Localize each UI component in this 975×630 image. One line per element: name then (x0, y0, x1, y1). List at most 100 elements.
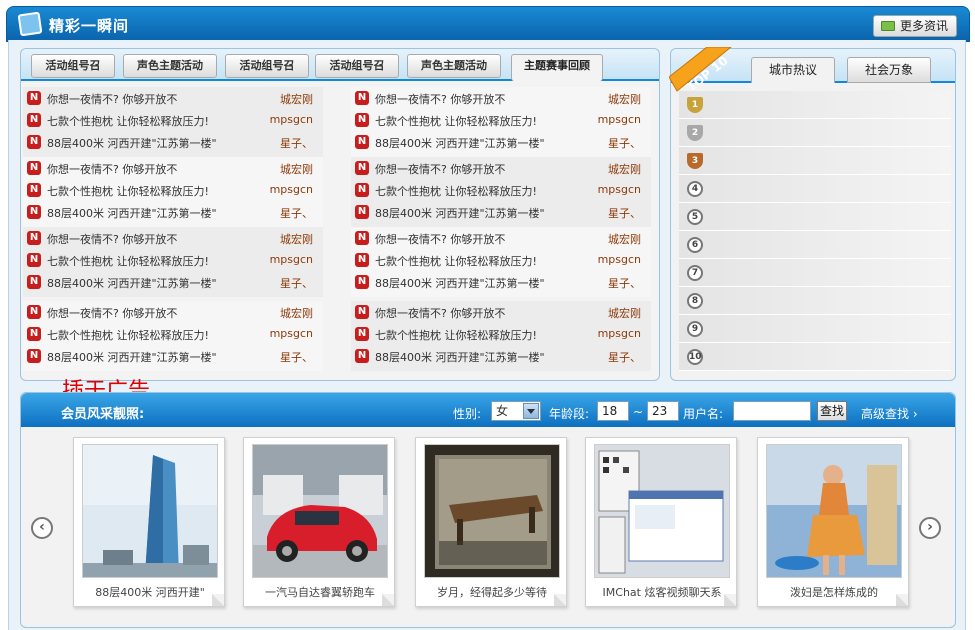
news-author-link[interactable]: mpsgcn (598, 183, 641, 196)
news-item[interactable]: N 你想一夜情不? 你够开放不 城宏刚 (25, 159, 321, 177)
news-item[interactable]: N 你想一夜情不? 你够开放不 城宏刚 (353, 89, 649, 107)
news-title-link[interactable]: 88层400米 河西开建"江苏第一楼" (375, 275, 545, 291)
news-author-link[interactable]: mpsgcn (270, 113, 313, 126)
news-item[interactable]: N 七款个性抱枕 让你轻松释放压力! mpsgcn (25, 111, 321, 129)
gender-select[interactable]: 女 (491, 401, 541, 421)
news-title-link[interactable]: 你想一夜情不? 你够开放不 (375, 231, 505, 247)
news-item[interactable]: N 七款个性抱枕 让你轻松释放压力! mpsgcn (353, 111, 649, 129)
top10-item[interactable]: 4 (679, 175, 951, 203)
news-title-link[interactable]: 88层400米 河西开建"江苏第一楼" (375, 135, 545, 151)
news-item[interactable]: N 88层400米 河西开建"江苏第一楼" 星子、 (353, 203, 649, 221)
news-title-link[interactable]: 你想一夜情不? 你够开放不 (47, 231, 177, 247)
next-arrow-icon[interactable]: › (919, 517, 941, 539)
news-author-link[interactable]: 星子、 (280, 205, 313, 221)
tab-activity-2[interactable]: 声色主题活动 (123, 54, 217, 78)
news-item[interactable]: N 七款个性抱枕 让你轻松释放压力! mpsgcn (25, 251, 321, 269)
news-title-link[interactable]: 你想一夜情不? 你够开放不 (47, 161, 177, 177)
news-title-link[interactable]: 你想一夜情不? 你够开放不 (47, 305, 177, 321)
tab-city-hot[interactable]: 城市热议 (751, 57, 835, 83)
news-item[interactable]: N 88层400米 河西开建"江苏第一楼" 星子、 (25, 347, 321, 365)
tab-activity-4[interactable]: 活动组号召 (315, 54, 399, 78)
photo-card[interactable]: 岁月，经得起多少等待 (415, 437, 567, 607)
news-item[interactable]: N 88层400米 河西开建"江苏第一楼" 星子、 (353, 347, 649, 365)
news-title-link[interactable]: 88层400米 河西开建"江苏第一楼" (47, 349, 217, 365)
top10-item[interactable]: 2 (679, 119, 951, 147)
tab-activity-1[interactable]: 活动组号召 (31, 54, 115, 78)
news-author-link[interactable]: mpsgcn (270, 253, 313, 266)
news-title-link[interactable]: 七款个性抱枕 让你轻松释放压力! (47, 327, 209, 343)
photo-card[interactable]: 一汽马自达睿翼轿跑车 (243, 437, 395, 607)
news-author-link[interactable]: 城宏刚 (608, 231, 641, 247)
photo-card[interactable]: IMChat 炫客视频聊天系 (585, 437, 737, 607)
news-item[interactable]: N 你想一夜情不? 你够开放不 城宏刚 (25, 229, 321, 247)
news-author-link[interactable]: 星子、 (280, 275, 313, 291)
news-author-link[interactable]: 星子、 (608, 275, 641, 291)
advanced-search-link[interactable]: 高级查找 › (861, 405, 918, 422)
news-author-link[interactable]: mpsgcn (270, 183, 313, 196)
prev-arrow-icon[interactable]: ‹ (31, 517, 53, 539)
red-car-photo[interactable] (252, 444, 388, 578)
news-item[interactable]: N 七款个性抱枕 让你轻松释放压力! mpsgcn (353, 325, 649, 343)
news-item[interactable]: N 88层400米 河西开建"江苏第一楼" 星子、 (25, 203, 321, 221)
news-title-link[interactable]: 88层400米 河西开建"江苏第一楼" (47, 275, 217, 291)
age-to-input[interactable]: 23 (647, 401, 679, 421)
news-author-link[interactable]: 城宏刚 (280, 91, 313, 107)
news-title-link[interactable]: 88层400米 河西开建"江苏第一楼" (47, 205, 217, 221)
news-item[interactable]: N 你想一夜情不? 你够开放不 城宏刚 (25, 303, 321, 321)
news-item[interactable]: N 88层400米 河西开建"江苏第一楼" 星子、 (353, 133, 649, 151)
news-title-link[interactable]: 七款个性抱枕 让你轻松释放压力! (47, 113, 209, 129)
tab-activity-5[interactable]: 声色主题活动 (407, 54, 501, 78)
search-button[interactable]: 查找 (817, 401, 847, 421)
news-author-link[interactable]: 星子、 (280, 349, 313, 365)
news-title-link[interactable]: 88层400米 河西开建"江苏第一楼" (375, 205, 545, 221)
news-author-link[interactable]: 城宏刚 (608, 161, 641, 177)
tab-society[interactable]: 社会万象 (847, 57, 931, 83)
news-author-link[interactable]: 城宏刚 (608, 305, 641, 321)
news-author-link[interactable]: 星子、 (608, 349, 641, 365)
news-author-link[interactable]: 星子、 (608, 205, 641, 221)
news-title-link[interactable]: 七款个性抱枕 让你轻松释放压力! (375, 113, 537, 129)
software-screenshot-photo[interactable] (594, 444, 730, 578)
news-author-link[interactable]: mpsgcn (598, 113, 641, 126)
news-author-link[interactable]: mpsgcn (270, 327, 313, 340)
tab-activity-6[interactable]: 主题赛事回顾 (511, 54, 603, 81)
news-item[interactable]: N 你想一夜情不? 你够开放不 城宏刚 (353, 303, 649, 321)
news-item[interactable]: N 七款个性抱枕 让你轻松释放压力! mpsgcn (25, 181, 321, 199)
news-item[interactable]: N 88层400米 河西开建"江苏第一楼" 星子、 (353, 273, 649, 291)
top10-item[interactable]: 7 (679, 259, 951, 287)
news-item[interactable]: N 七款个性抱枕 让你轻松释放压力! mpsgcn (25, 325, 321, 343)
news-item[interactable]: N 七款个性抱枕 让你轻松释放压力! mpsgcn (353, 181, 649, 199)
skyscraper-photo[interactable] (82, 444, 218, 578)
news-title-link[interactable]: 你想一夜情不? 你够开放不 (47, 91, 177, 107)
photo-card[interactable]: 泼妇是怎样炼成的 (757, 437, 909, 607)
news-title-link[interactable]: 你想一夜情不? 你够开放不 (375, 161, 505, 177)
news-author-link[interactable]: 城宏刚 (280, 161, 313, 177)
dancer-photo[interactable] (766, 444, 902, 578)
top10-item[interactable]: 5 (679, 203, 951, 231)
news-author-link[interactable]: 星子、 (280, 135, 313, 151)
news-title-link[interactable]: 88层400米 河西开建"江苏第一楼" (47, 135, 217, 151)
news-item[interactable]: N 你想一夜情不? 你够开放不 城宏刚 (353, 229, 649, 247)
username-input[interactable] (733, 401, 811, 421)
more-news-button[interactable]: 更多资讯 (872, 15, 957, 37)
news-title-link[interactable]: 七款个性抱枕 让你轻松释放压力! (375, 253, 537, 269)
top10-item[interactable]: 9 (679, 315, 951, 343)
news-author-link[interactable]: mpsgcn (598, 327, 641, 340)
news-title-link[interactable]: 你想一夜情不? 你够开放不 (375, 305, 505, 321)
news-title-link[interactable]: 88层400米 河西开建"江苏第一楼" (375, 349, 545, 365)
news-item[interactable]: N 你想一夜情不? 你够开放不 城宏刚 (353, 159, 649, 177)
age-from-input[interactable]: 18 (597, 401, 629, 421)
news-item[interactable]: N 你想一夜情不? 你够开放不 城宏刚 (25, 89, 321, 107)
top10-item[interactable]: 6 (679, 231, 951, 259)
news-author-link[interactable]: 城宏刚 (280, 231, 313, 247)
news-author-link[interactable]: mpsgcn (598, 253, 641, 266)
photo-card[interactable]: 88层400米 河西开建" (73, 437, 225, 607)
news-title-link[interactable]: 七款个性抱枕 让你轻松释放压力! (47, 253, 209, 269)
news-author-link[interactable]: 星子、 (608, 135, 641, 151)
bench-photo[interactable] (424, 444, 560, 578)
news-item[interactable]: N 七款个性抱枕 让你轻松释放压力! mpsgcn (353, 251, 649, 269)
news-item[interactable]: N 88层400米 河西开建"江苏第一楼" 星子、 (25, 133, 321, 151)
news-title-link[interactable]: 七款个性抱枕 让你轻松释放压力! (375, 327, 537, 343)
news-item[interactable]: N 88层400米 河西开建"江苏第一楼" 星子、 (25, 273, 321, 291)
news-author-link[interactable]: 城宏刚 (280, 305, 313, 321)
